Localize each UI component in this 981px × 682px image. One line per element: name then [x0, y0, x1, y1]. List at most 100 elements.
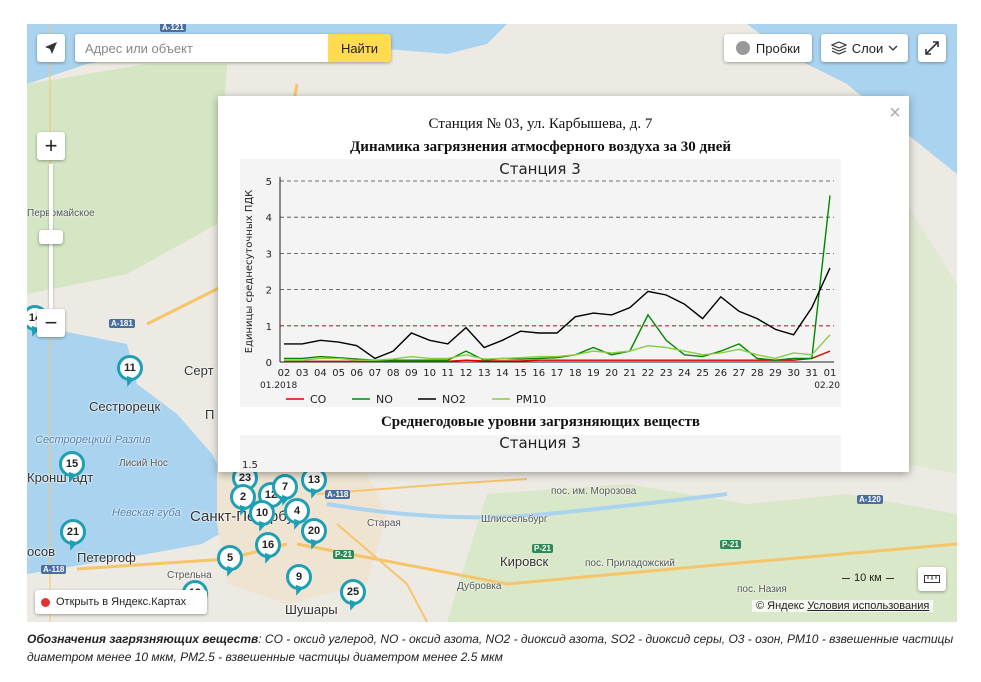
annual-heading: Среднегодовые уровни загрязняющих вещест… [380, 414, 701, 430]
station-marker[interactable]: 5 [217, 545, 243, 571]
place-label: Серт [184, 363, 214, 378]
scale-label: 10 км [854, 572, 882, 584]
x-sublabel-last: 02.20 [814, 381, 840, 391]
search-input[interactable] [75, 34, 328, 62]
y-tick-label: 0 [266, 358, 272, 369]
legend-entry: CO [310, 393, 327, 406]
x-tick-label: 15 [514, 368, 527, 379]
open-in-yandex-maps-link[interactable]: Открыть в Яндекс.Картах [35, 590, 207, 614]
search-button[interactable]: Найти [328, 34, 391, 62]
x-tick-label: 25 [696, 368, 709, 379]
search-box: Найти [75, 34, 391, 62]
scale-line-icon [885, 577, 894, 579]
road-sign: Р-21 [532, 544, 553, 553]
station-popup: Станция № 03, ул. Карбышева, д. 7 Динами… [218, 96, 909, 472]
x-tick-label: 16 [532, 368, 545, 379]
layers-button[interactable]: Слои [821, 34, 908, 62]
fullscreen-button[interactable] [918, 34, 946, 62]
x-tick-label: 31 [805, 368, 818, 379]
road-sign: А-118 [325, 490, 351, 499]
x-tick-label: 10 [423, 368, 436, 379]
x-tick-label: 30 [787, 368, 800, 379]
station-marker[interactable]: 9 [286, 564, 312, 590]
road-sign: А-121 [160, 24, 186, 32]
place-label: Дубровка [457, 581, 502, 592]
station-marker[interactable]: 15 [59, 451, 85, 477]
scale-line-icon [842, 577, 850, 579]
legend-note-label: Обозначения загрязняющих веществ [27, 632, 259, 646]
y-tick-label: 4 [266, 213, 272, 224]
x-tick-label: 11 [441, 368, 454, 379]
station-marker[interactable]: 21 [60, 519, 86, 545]
legend-entry: PM10 [516, 393, 546, 406]
place-label: Шушары [285, 602, 338, 617]
traffic-label: Пробки [755, 40, 801, 56]
expand-icon [925, 41, 939, 55]
x-tick-label: 27 [733, 368, 746, 379]
close-icon[interactable]: × [887, 103, 903, 123]
scale-bar: 10 км [842, 572, 894, 584]
chart-svg: Станция 3012345Единицы среднесуточных ПД… [244, 160, 840, 406]
place-label: пос. им. Морозова [551, 486, 637, 497]
x-tick-label: 20 [605, 368, 618, 379]
pollutant-legend-note: Обозначения загрязняющих веществ: CO - о… [27, 630, 957, 666]
zoom-out-button[interactable]: − [37, 309, 65, 337]
place-label: Старая [367, 518, 401, 529]
y-tick-label: 2 [266, 286, 272, 297]
place-label: Петергоф [77, 550, 136, 565]
series-line-no [284, 195, 831, 361]
road-sign: А-181 [109, 319, 135, 328]
x-tick-label: 23 [660, 368, 673, 379]
x-tick-label: 06 [350, 368, 363, 379]
zoom-slider-handle[interactable] [39, 230, 63, 244]
x-tick-label: 02 [278, 368, 291, 379]
place-label: Сестрорецкий Разлив [35, 434, 151, 446]
y-tick-label: 5 [266, 177, 272, 188]
chart-heading: Динамика загрязнения атмосферного воздух… [349, 139, 732, 155]
station-marker[interactable]: 16 [255, 532, 281, 558]
ruler-button[interactable] [918, 567, 946, 591]
x-tick-label: 07 [369, 368, 382, 379]
place-label: пос. Назия [737, 584, 787, 595]
place-label: пос. Приладожский [585, 558, 675, 569]
copyright-bar: © Яндекс Условия использования [752, 600, 934, 612]
place-label: Первомайское [27, 208, 95, 219]
station-marker[interactable]: 20 [301, 518, 327, 544]
annual-chart-svg: Станция 3 1.5 [242, 434, 581, 471]
annual-chart-title: Станция 3 [499, 435, 581, 452]
road-sign: А-118 [41, 565, 67, 574]
x-tick-label: 21 [623, 368, 636, 379]
station-marker[interactable]: 25 [340, 579, 366, 605]
place-label: Кировск [500, 554, 549, 569]
station-title: Станция № 03, ул. Карбышева, д. 7 [428, 116, 653, 132]
annual-chart: Станция 3 1.5 [240, 434, 841, 472]
station-marker[interactable]: 11 [117, 355, 143, 381]
zoom-in-button[interactable]: + [37, 132, 65, 160]
chart-title: Станция 3 [499, 160, 581, 178]
y-axis-label: Единицы среднесуточных ПДК [244, 190, 255, 353]
pollution-chart: Станция 3 0 1 2 3 4 5 Единицы среднесуточных ПД… [240, 159, 841, 407]
road-sign: А-120 [857, 495, 883, 504]
road-sign: Р-21 [333, 550, 354, 559]
zoom-slider[interactable] [39, 164, 63, 312]
station-marker[interactable]: 7 [272, 474, 298, 500]
terms-link[interactable]: Условия использования [807, 600, 929, 612]
station-marker[interactable]: 10 [249, 500, 275, 526]
x-sublabel-first: 01.2018 [260, 381, 297, 391]
place-label: П [205, 407, 215, 422]
x-tick-label: 19 [587, 368, 600, 379]
layers-icon [830, 41, 847, 55]
x-tick-label: 17 [551, 368, 564, 379]
traffic-button[interactable]: Пробки [724, 34, 812, 62]
ruler-icon [924, 575, 940, 583]
y-tick-label: 1 [266, 322, 272, 333]
locate-button[interactable] [37, 34, 65, 62]
series-line-no2 [284, 267, 831, 360]
copyright-text: © Яндекс [756, 600, 805, 612]
road-sign: Р-21 [720, 540, 741, 549]
x-tick-label: 03 [296, 368, 309, 379]
open-link-label: Открыть в Яндекс.Картах [56, 596, 187, 608]
x-tick-label: 05 [332, 368, 345, 379]
traffic-icon [735, 41, 750, 55]
place-label: Кронштадт [27, 470, 94, 485]
